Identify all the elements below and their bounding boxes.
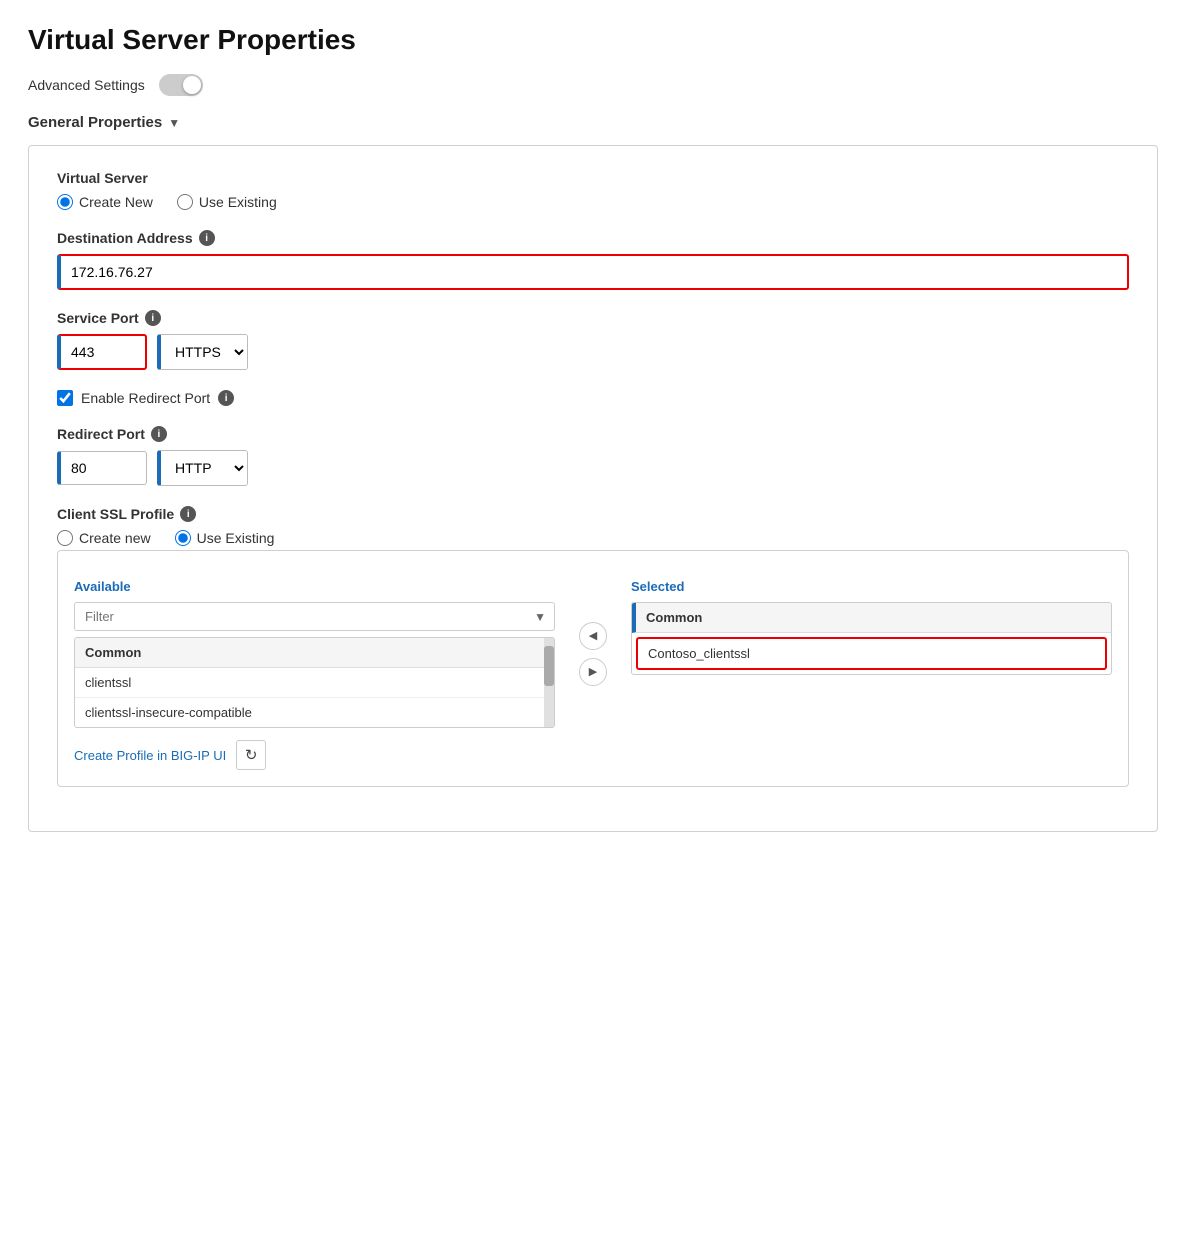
client-ssl-profile-field: Client SSL Profile i Create new Use Exis… — [57, 506, 1129, 787]
virtual-server-radio-row: Create New Use Existing — [57, 194, 1129, 210]
page-title: Virtual Server Properties — [28, 24, 1158, 56]
create-new-label: Create New — [79, 194, 153, 210]
refresh-button[interactable]: ↻ — [236, 740, 266, 770]
enable-redirect-port-checkbox[interactable] — [57, 390, 73, 406]
ssl-create-new-radio[interactable] — [57, 530, 73, 546]
enable-redirect-info-icon[interactable]: i — [218, 390, 234, 406]
selected-group-name: Common — [646, 610, 702, 625]
service-port-label: Service Port i — [57, 310, 1129, 326]
available-item-clientssl[interactable]: clientssl — [75, 668, 554, 698]
redirect-protocol-select-wrap: HTTP HTTPS FTP — [157, 450, 248, 486]
ssl-use-existing-option[interactable]: Use Existing — [175, 530, 275, 546]
ssl-create-new-option[interactable]: Create new — [57, 530, 151, 546]
redirect-port-label: Redirect Port i — [57, 426, 1129, 442]
ssl-columns: Available ▼ Common clientssl — [74, 579, 1112, 728]
destination-address-label: Destination Address i — [57, 230, 1129, 246]
use-existing-radio-option[interactable]: Use Existing — [177, 194, 277, 210]
redirect-protocol-select[interactable]: HTTP HTTPS FTP — [161, 451, 247, 485]
advanced-settings-row: Advanced Settings — [28, 74, 1158, 96]
ssl-selected-column: Selected Common Contoso_clientssl — [631, 579, 1112, 728]
filter-input[interactable] — [75, 603, 526, 630]
enable-redirect-port-label: Enable Redirect Port — [81, 390, 210, 406]
virtual-server-field: Virtual Server Create New Use Existing — [57, 170, 1129, 210]
create-profile-link[interactable]: Create Profile in BIG-IP UI — [74, 748, 226, 763]
service-port-field: Service Port i HTTPS HTTP FTP SSH — [57, 310, 1129, 370]
filter-icon: ▼ — [526, 610, 554, 624]
destination-address-info-icon[interactable]: i — [199, 230, 215, 246]
selected-list: Common Contoso_clientssl — [631, 602, 1112, 675]
transfer-right-button[interactable]: ▶ — [579, 658, 607, 686]
ssl-radio-row: Create new Use Existing — [57, 530, 1129, 546]
use-existing-radio[interactable] — [177, 194, 193, 210]
ssl-selected-label: Selected — [631, 579, 1112, 594]
advanced-settings-label: Advanced Settings — [28, 77, 145, 93]
create-new-radio[interactable] — [57, 194, 73, 210]
available-list: Common clientssl clientssl-insecure-comp… — [74, 637, 555, 728]
ssl-available-column: Available ▼ Common clientssl — [74, 579, 555, 728]
filter-row: ▼ — [74, 602, 555, 631]
ssl-panel: Available ▼ Common clientssl — [57, 550, 1129, 787]
ssl-use-existing-label: Use Existing — [197, 530, 275, 546]
service-protocol-select-wrap: HTTPS HTTP FTP SSH — [157, 334, 248, 370]
general-properties-label: General Properties — [28, 114, 162, 131]
redirect-port-row: HTTP HTTPS FTP — [57, 450, 1129, 486]
redirect-port-info-icon[interactable]: i — [151, 426, 167, 442]
enable-redirect-port-row: Enable Redirect Port i — [57, 390, 1129, 406]
available-scrollbar[interactable] — [544, 638, 554, 727]
service-port-row: HTTPS HTTP FTP SSH — [57, 334, 1129, 370]
selected-group-header: Common — [632, 603, 1111, 633]
virtual-server-label: Virtual Server — [57, 170, 1129, 186]
service-port-info-icon[interactable]: i — [145, 310, 161, 326]
ssl-available-label: Available — [74, 579, 555, 594]
general-properties-header[interactable]: General Properties ▼ — [28, 114, 1158, 131]
client-ssl-profile-label: Client SSL Profile i — [57, 506, 1129, 522]
available-group-header: Common — [75, 638, 554, 668]
service-port-input[interactable] — [57, 334, 147, 370]
destination-address-field: Destination Address i — [57, 230, 1129, 290]
transfer-left-button[interactable]: ◀ — [579, 622, 607, 650]
transfer-buttons: ◀ ▶ — [571, 579, 615, 728]
ssl-use-existing-radio[interactable] — [175, 530, 191, 546]
available-item-clientssl-insecure[interactable]: clientssl-insecure-compatible — [75, 698, 554, 727]
use-existing-label: Use Existing — [199, 194, 277, 210]
advanced-settings-toggle[interactable] — [159, 74, 203, 96]
main-panel: Virtual Server Create New Use Existing D… — [28, 145, 1158, 832]
ssl-footer: Create Profile in BIG-IP UI ↻ — [74, 740, 1112, 770]
ssl-create-new-label: Create new — [79, 530, 151, 546]
selected-item-label: Contoso_clientssl — [648, 646, 750, 661]
toggle-knob — [183, 76, 201, 94]
available-group-name: Common — [85, 645, 141, 660]
redirect-port-input[interactable] — [57, 451, 147, 485]
destination-address-input[interactable] — [57, 254, 1129, 290]
service-protocol-select[interactable]: HTTPS HTTP FTP SSH — [161, 335, 247, 369]
create-new-radio-option[interactable]: Create New — [57, 194, 153, 210]
chevron-down-icon: ▼ — [168, 116, 180, 130]
destination-address-input-wrap — [57, 254, 1129, 290]
client-ssl-info-icon[interactable]: i — [180, 506, 196, 522]
redirect-port-field: Redirect Port i HTTP HTTPS FTP — [57, 426, 1129, 486]
available-scrollbar-thumb — [544, 646, 554, 686]
selected-item-contoso[interactable]: Contoso_clientssl — [636, 637, 1107, 670]
